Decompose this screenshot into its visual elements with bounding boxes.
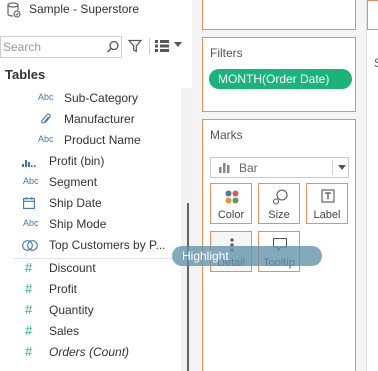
drop-indicator-line	[187, 203, 189, 371]
number-hash-icon: #	[25, 344, 33, 359]
field-label: Discount	[49, 261, 96, 275]
field-ship-mode[interactable]: Abc Ship Mode	[0, 215, 180, 235]
size-button[interactable]: Size	[258, 183, 300, 224]
string-type-icon: Abc	[38, 92, 54, 102]
color-dots-icon	[225, 190, 239, 204]
marks-card: Marks Bar Color Size Label	[202, 119, 356, 371]
field-label: Ship Date	[49, 196, 102, 210]
bin-histogram-icon	[22, 160, 36, 167]
chevron-down-icon	[338, 165, 346, 170]
field-label: Sub-Category	[64, 91, 139, 105]
bar-chart-icon	[219, 163, 230, 173]
field-ship-date[interactable]: Ship Date	[0, 194, 180, 214]
field-discount[interactable]: # Discount	[0, 259, 180, 279]
paperclip-group-icon	[41, 113, 51, 124]
number-hash-icon: #	[25, 260, 33, 275]
mark-type-dropdown[interactable]: Bar	[210, 157, 349, 178]
columns-shelf-edge[interactable]	[367, 0, 378, 30]
data-pane: Sample - Superstore Tables Abc Sub-Categ…	[0, 0, 192, 371]
color-button[interactable]: Color	[210, 183, 252, 224]
shelves-column: Filters MONTH(Order Date) Marks Bar Colo…	[192, 0, 366, 371]
search-icon[interactable]	[106, 40, 120, 54]
field-label: Product Name	[64, 133, 141, 147]
toolbar-divider	[149, 38, 150, 54]
tables-heading: Tables	[5, 67, 46, 82]
datasource-cylinder-icon	[7, 2, 21, 18]
field-label: Manufacturer	[64, 112, 135, 126]
field-label: Orders (Count)	[49, 345, 130, 359]
search-box	[0, 36, 122, 58]
dropdown-divider	[332, 160, 333, 175]
filter-pill[interactable]: MONTH(Order Date)	[209, 69, 352, 89]
size-button-label: Size	[268, 209, 290, 221]
filter-funnel-icon[interactable]	[128, 39, 142, 53]
search-input[interactable]	[3, 39, 99, 55]
filters-card[interactable]: Filters MONTH(Order Date)	[202, 37, 356, 112]
datasource-row[interactable]: Sample - Superstore	[0, 0, 192, 24]
number-hash-icon: #	[25, 302, 33, 317]
field-top-customers[interactable]: Top Customers by P...	[0, 236, 180, 256]
field-label: Ship Mode	[49, 217, 107, 231]
field-orders-count[interactable]: # Orders (Count)	[0, 343, 180, 363]
filters-title: Filters	[210, 46, 243, 60]
field-quantity[interactable]: # Quantity	[0, 301, 180, 321]
field-segment[interactable]: Abc Segment	[0, 173, 180, 193]
view-list-icon[interactable]	[155, 40, 169, 52]
calendar-icon	[23, 197, 35, 209]
label-button-label: Label	[313, 209, 341, 221]
view-column-edge: S	[366, 0, 378, 371]
label-text-icon	[321, 189, 335, 203]
size-circles-icon	[272, 189, 288, 205]
number-hash-icon: #	[25, 281, 33, 296]
field-profit[interactable]: # Profit	[0, 280, 180, 300]
drag-preview-chip: Highlight	[172, 246, 322, 266]
field-sub-category[interactable]: Abc Sub-Category	[0, 89, 180, 109]
field-product-name[interactable]: Abc Product Name	[0, 131, 180, 151]
field-label: Quantity	[49, 303, 94, 317]
field-label: Sales	[49, 324, 80, 338]
field-manufacturer[interactable]: Manufacturer	[0, 110, 180, 130]
search-toolbar	[0, 36, 192, 58]
field-label: Segment	[49, 175, 98, 189]
field-profit-bin[interactable]: Profit (bin)	[0, 152, 180, 172]
field-sales[interactable]: # Sales	[0, 322, 180, 342]
color-button-label: Color	[217, 209, 245, 221]
datasource-name: Sample - Superstore	[29, 2, 140, 16]
field-label: Profit (bin)	[49, 154, 105, 168]
sheet-title-fragment: S	[374, 56, 378, 70]
field-label: Top Customers by P...	[49, 238, 166, 252]
set-circles-icon	[22, 240, 38, 251]
number-hash-icon: #	[25, 323, 33, 338]
pages-card[interactable]	[202, 0, 356, 30]
field-label: Profit	[49, 282, 78, 296]
chevron-down-icon[interactable]	[174, 42, 182, 48]
string-type-icon: Abc	[23, 218, 39, 228]
string-type-icon: Abc	[23, 176, 39, 186]
mark-type-label: Bar	[239, 161, 258, 175]
marks-title: Marks	[210, 128, 243, 142]
string-type-icon: Abc	[38, 134, 54, 144]
label-button[interactable]: Label	[306, 183, 348, 224]
